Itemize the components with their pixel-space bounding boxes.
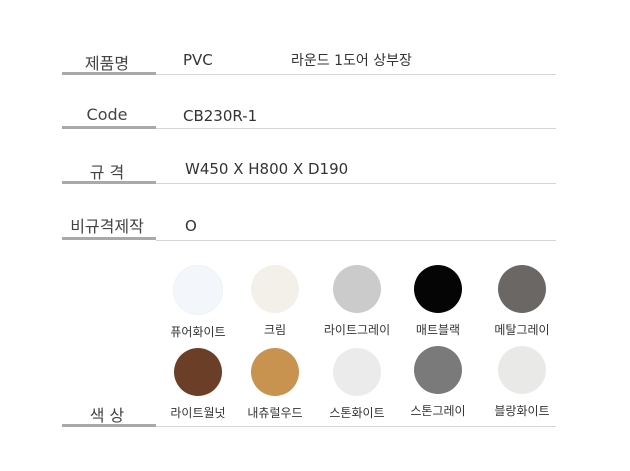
color-swatch-blanc-white[interactable]: 블랑화이트: [477, 346, 567, 419]
color-swatch-stone-gray[interactable]: 스톤그레이: [393, 346, 483, 419]
code-row: Code CB230R-1: [60, 103, 556, 133]
custom-label: 비규격제작: [70, 217, 144, 236]
color-swatch-stone-white[interactable]: 스톤화이트: [312, 348, 402, 421]
swatch-circle: [498, 265, 546, 313]
color-swatch-natural-wood[interactable]: 내츄럴우드: [230, 348, 320, 421]
swatch-circle: [498, 346, 546, 394]
row-divider: [156, 240, 556, 241]
swatch-circle: [414, 346, 462, 394]
product-name-value: 라운드 1도어 상부장: [291, 53, 412, 69]
product-name-row: 제품명 PVC 라운드 1도어 상부장: [60, 48, 556, 78]
custom-row: 비규격제작 O: [60, 211, 556, 245]
swatch-circle: [174, 348, 222, 396]
label-underline: [62, 126, 156, 129]
swatch-circle: [173, 265, 223, 315]
swatch-circle: [333, 265, 381, 313]
swatch-label: 스톤그레이: [410, 404, 466, 418]
product-name-label: 제품명: [84, 54, 130, 73]
swatch-label: 크림: [263, 323, 287, 337]
label-underline: [62, 72, 156, 75]
label-underline: [62, 237, 156, 240]
swatch-label: 라이트그레이: [323, 323, 391, 337]
row-divider: [156, 128, 556, 129]
color-label: 색 상: [89, 406, 125, 425]
swatch-label: 내츄럴우드: [247, 406, 303, 420]
swatch-label: 스톤화이트: [329, 406, 385, 420]
product-material-value: PVC: [183, 51, 213, 69]
swatch-circle: [333, 348, 381, 396]
color-swatch-light-gray[interactable]: 라이트그레이: [312, 265, 402, 338]
row-divider: [156, 74, 556, 75]
color-swatch-cream[interactable]: 크림: [230, 265, 320, 338]
custom-value: O: [185, 217, 197, 235]
size-label: 규 격: [89, 163, 125, 182]
color-swatch-matte-black[interactable]: 매트블랙: [393, 265, 483, 338]
row-divider: [156, 183, 556, 184]
swatch-label: 매트블랙: [415, 323, 461, 337]
size-row: 규 격 W450 X H800 X D190: [60, 157, 556, 187]
row-divider: [156, 426, 556, 427]
swatch-label: 블랑화이트: [494, 404, 550, 418]
swatch-label: 메탈그레이: [494, 323, 550, 337]
swatch-circle: [251, 348, 299, 396]
code-label: Code: [86, 105, 128, 124]
swatch-circle: [414, 265, 462, 313]
swatch-circle: [251, 265, 299, 313]
label-underline: [62, 181, 156, 184]
color-swatch-metal-gray[interactable]: 메탈그레이: [477, 265, 567, 338]
label-underline: [62, 424, 156, 427]
size-value: W450 X H800 X D190: [185, 160, 349, 178]
code-value: CB230R-1: [183, 107, 258, 125]
